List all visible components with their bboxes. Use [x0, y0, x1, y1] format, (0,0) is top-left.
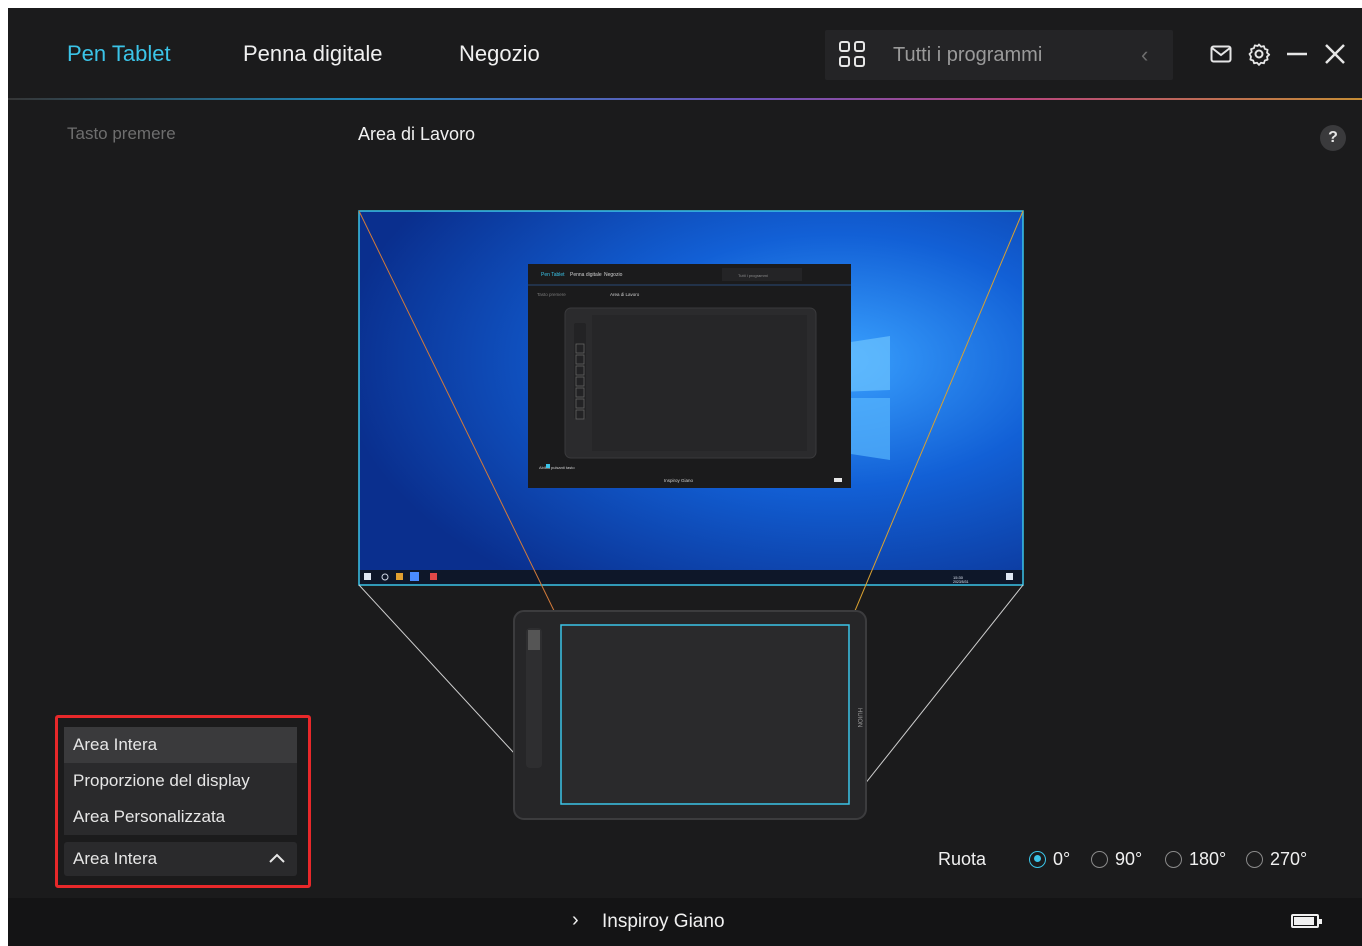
projection-lines: [358, 210, 1024, 805]
tab-negozio[interactable]: Negozio: [459, 41, 540, 67]
tab-penna-digitale[interactable]: Penna digitale: [243, 41, 382, 67]
radio-icon: [1091, 850, 1108, 868]
svg-text:Tasto premere: Tasto premere: [537, 292, 566, 297]
app-window: Pen Tablet Penna digitale Negozio Tutti …: [8, 8, 1362, 946]
taskbar: [359, 570, 1023, 585]
svg-text:Area di Lavoro: Area di Lavoro: [610, 292, 640, 297]
help-icon[interactable]: ?: [1320, 125, 1346, 151]
program-selector-label: Tutti i programmi: [893, 44, 1043, 66]
radio-selected-icon: [1029, 850, 1046, 868]
close-icon[interactable]: [1322, 41, 1348, 67]
chevron-up-icon: [269, 853, 285, 863]
radio-icon: [1165, 850, 1182, 868]
header: Pen Tablet Penna digitale Negozio Tutti …: [8, 8, 1362, 98]
rotation-option-label: 180°: [1189, 848, 1227, 869]
program-selector[interactable]: Tutti i programmi ‹: [825, 30, 1173, 80]
footer: › Inspiroy Giano: [8, 898, 1362, 946]
chevron-left-icon[interactable]: ‹: [1141, 42, 1148, 68]
start-icon: [364, 573, 371, 580]
gear-icon[interactable]: [1246, 41, 1272, 67]
taskbar-app-icon: [396, 573, 403, 580]
radio-icon: [1246, 850, 1263, 868]
mini-app-window: Pen Tablet Penna digitale Negozio Tutti …: [528, 264, 851, 488]
svg-text:Tutti i programmi: Tutti i programmi: [738, 273, 768, 278]
rotation-option-0[interactable]: 0°: [1029, 848, 1070, 870]
mail-icon[interactable]: [1208, 41, 1234, 67]
taskbar-app-icon: [410, 572, 419, 581]
dropdown-option-area-intera[interactable]: Area Intera: [64, 727, 297, 763]
svg-text:Penna digitale: Penna digitale: [570, 272, 602, 278]
tablet-active-area: [560, 624, 850, 805]
rotation-option-270[interactable]: 270°: [1246, 848, 1307, 870]
area-dropdown[interactable]: Area Intera: [64, 842, 297, 876]
rotation-option-180[interactable]: 180°: [1165, 848, 1226, 870]
svg-text:Inspiroy Giano: Inspiroy Giano: [664, 478, 694, 483]
monitor-screen: 15:30 2023/5/31: [358, 210, 1024, 586]
notification-icon: [1006, 573, 1013, 580]
side-menu-tasto-premere[interactable]: Tasto premere: [67, 124, 176, 144]
device-name[interactable]: Inspiroy Giano: [602, 911, 725, 933]
svg-text:Abilita pulsanti tasto: Abilita pulsanti tasto: [539, 465, 575, 470]
rotation-option-90[interactable]: 90°: [1091, 848, 1142, 870]
tablet-brand-label: HUION: [856, 708, 862, 727]
area-dropdown-value: Area Intera: [73, 849, 158, 868]
dropdown-option-area-personalizzata[interactable]: Area Personalizzata: [64, 799, 297, 835]
rotation-option-label: 270°: [1270, 848, 1308, 869]
rotation-label: Ruota: [938, 849, 987, 869]
rotation-option-label: 0°: [1053, 848, 1071, 869]
section-title: Area di Lavoro: [358, 124, 476, 144]
header-divider: [8, 98, 1362, 100]
area-dropdown-menu: Area Intera Proporzione del display Area…: [64, 727, 297, 835]
grid-icon: [839, 41, 867, 69]
tablet-device: HUION: [513, 610, 867, 820]
taskbar-time: 15:30: [953, 575, 964, 580]
battery-icon: [1291, 914, 1322, 928]
rotation-option-label: 90°: [1115, 848, 1143, 869]
svg-text:Pen Tablet: Pen Tablet: [541, 272, 565, 278]
window-controls: [1208, 36, 1348, 72]
dropdown-option-proporzione-display[interactable]: Proporzione del display: [64, 763, 297, 799]
svg-text:Negozio: Negozio: [604, 272, 623, 278]
tab-pen-tablet[interactable]: Pen Tablet: [67, 41, 171, 67]
chevron-right-icon[interactable]: ›: [572, 909, 579, 932]
minimize-icon[interactable]: [1284, 41, 1310, 67]
windows-logo: [838, 336, 890, 460]
taskbar-date: 2023/5/31: [953, 580, 969, 584]
taskbar-app-icon: [430, 573, 437, 580]
search-icon: [381, 573, 389, 581]
